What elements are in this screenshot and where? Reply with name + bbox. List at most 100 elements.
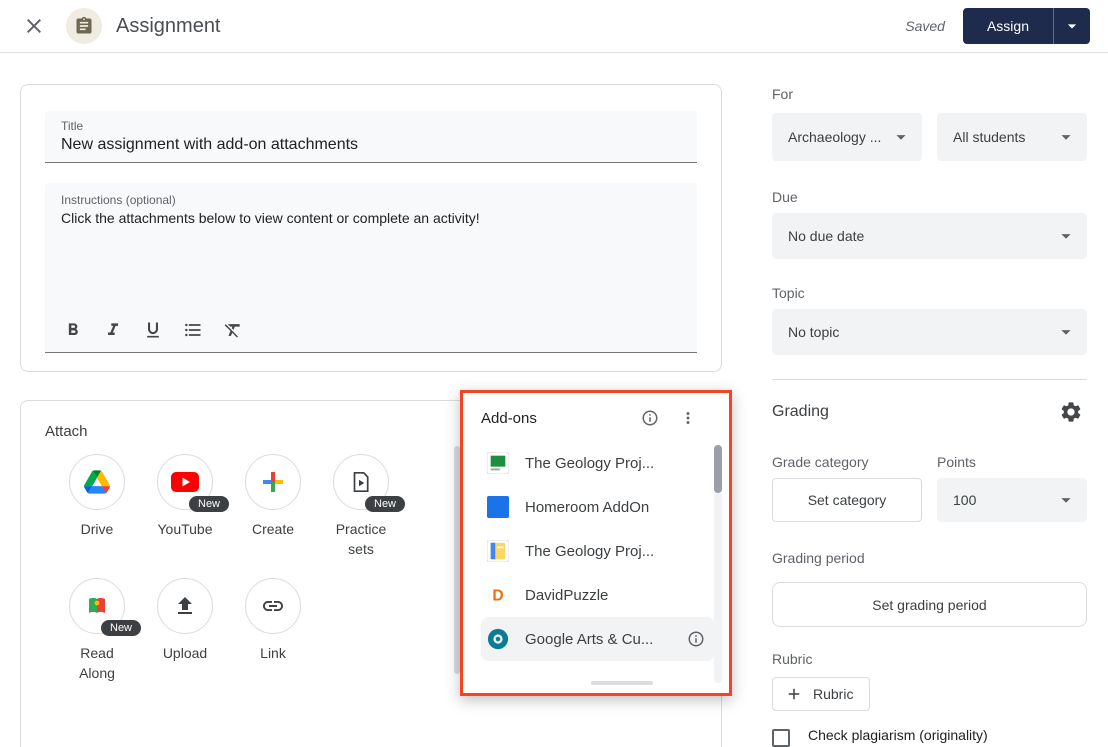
more-vert-icon xyxy=(679,409,697,427)
attach-item-youtube: New YouTube xyxy=(141,454,229,578)
create-plus-icon xyxy=(261,470,285,494)
attach-item-upload: Upload xyxy=(141,578,229,683)
students-select-value: All students xyxy=(953,129,1055,145)
addons-scrollbar-thumb[interactable] xyxy=(714,445,722,493)
attach-label-create: Create xyxy=(252,519,294,539)
clear-formatting-button[interactable] xyxy=(221,318,245,342)
geology-addon-icon xyxy=(487,452,509,474)
formatting-toolbar xyxy=(61,310,681,352)
gear-icon xyxy=(1059,400,1083,424)
attach-label-youtube: YouTube xyxy=(157,519,212,539)
addons-scrollbar-track[interactable] xyxy=(714,445,722,683)
assign-button[interactable]: Assign xyxy=(963,8,1053,44)
topic-label: Topic xyxy=(772,285,1087,301)
new-badge: New xyxy=(365,496,405,512)
settings-panel: For Archaeology ... All students Due No … xyxy=(772,78,1087,747)
upload-attach-button[interactable] xyxy=(157,578,213,634)
addon-item-homeroom[interactable]: Homeroom AddOn xyxy=(481,485,715,529)
due-date-select[interactable]: No due date xyxy=(772,213,1087,259)
chevron-down-icon xyxy=(1055,126,1077,148)
add-rubric-button[interactable]: Rubric xyxy=(772,677,870,711)
addon-name: The Geology Proj... xyxy=(525,543,654,560)
addons-header: Add-ons xyxy=(481,405,715,431)
create-attach-button[interactable] xyxy=(245,454,301,510)
bold-icon xyxy=(63,320,83,340)
attach-item-create: Create xyxy=(229,454,317,578)
underline-icon xyxy=(143,320,163,340)
grading-header: Grading xyxy=(772,396,1087,428)
attach-item-read-along: New Read Along xyxy=(53,578,141,683)
instructions-label: Instructions (optional) xyxy=(61,193,681,207)
read-along-icon xyxy=(85,594,109,618)
addon-name: Homeroom AddOn xyxy=(525,499,649,516)
close-icon xyxy=(22,14,46,38)
due-date-value: No due date xyxy=(788,228,1055,244)
instructions-input[interactable]: Click the attachments below to view cont… xyxy=(61,210,681,226)
drive-attach-button[interactable] xyxy=(69,454,125,510)
assign-dropdown-button[interactable] xyxy=(1053,8,1090,44)
chevron-down-icon xyxy=(1055,225,1077,247)
plagiarism-row: Check plagiarism (originality) Learn mor… xyxy=(772,727,1087,747)
svg-text:D: D xyxy=(492,588,503,605)
title-label: Title xyxy=(61,119,681,133)
addons-menu-button[interactable] xyxy=(675,405,701,431)
grading-controls: Set category 100 xyxy=(772,478,1087,522)
attach-label-read-along: Read Along xyxy=(61,643,133,683)
attach-item-drive: Drive xyxy=(53,454,141,578)
plagiarism-label: Check plagiarism (originality) xyxy=(808,727,988,743)
for-label: For xyxy=(772,86,1087,102)
grading-period-label: Grading period xyxy=(772,550,1087,566)
assignment-type-icon-circle xyxy=(66,8,102,44)
students-select[interactable]: All students xyxy=(937,113,1087,161)
new-badge: New xyxy=(101,620,141,636)
assignment-icon xyxy=(74,16,94,36)
addons-popup: Add-ons The Geology Proj... Homeroom Add… xyxy=(460,390,732,696)
italic-button[interactable] xyxy=(101,318,125,342)
close-button[interactable] xyxy=(18,10,50,42)
attach-item-link: Link xyxy=(229,578,317,683)
plagiarism-checkbox[interactable] xyxy=(772,729,790,747)
clear-formatting-icon xyxy=(223,320,243,340)
rubric-label: Rubric xyxy=(772,651,1087,667)
chevron-down-icon xyxy=(1062,16,1082,36)
instructions-field[interactable]: Instructions (optional) Click the attach… xyxy=(45,183,697,353)
class-select[interactable]: Archaeology ... xyxy=(772,113,922,161)
grade-category-select[interactable]: Set category xyxy=(772,478,922,522)
homeroom-addon-icon xyxy=(487,496,509,518)
set-grading-period-button[interactable]: Set grading period xyxy=(772,582,1087,627)
attach-label-link: Link xyxy=(260,643,286,663)
bulleted-list-icon xyxy=(183,320,203,340)
points-select[interactable]: 100 xyxy=(937,478,1087,522)
youtube-icon xyxy=(171,472,199,492)
addon-item-geology-2[interactable]: The Geology Proj... xyxy=(481,529,715,573)
addons-title: Add-ons xyxy=(481,410,537,427)
grading-heading: Grading xyxy=(772,403,829,421)
geology-book-addon-icon xyxy=(487,540,509,562)
assign-split-button: Assign xyxy=(963,8,1090,44)
title-field[interactable]: Title New assignment with add-on attachm… xyxy=(45,111,697,163)
grading-settings-button[interactable] xyxy=(1055,396,1087,428)
topic-select[interactable]: No topic xyxy=(772,309,1087,355)
plagiarism-text: Check plagiarism (originality) Learn mor… xyxy=(808,727,988,747)
addon-info-button[interactable] xyxy=(683,626,709,652)
bulleted-list-button[interactable] xyxy=(181,318,205,342)
addon-item-geology-1[interactable]: The Geology Proj... xyxy=(481,441,715,485)
chevron-down-icon xyxy=(1055,321,1077,343)
bold-button[interactable] xyxy=(61,318,85,342)
addon-name: The Geology Proj... xyxy=(525,455,654,472)
addon-item-arts-culture[interactable]: Google Arts & Cu... xyxy=(481,617,715,661)
title-input[interactable]: New assignment with add-on attachments xyxy=(61,136,681,154)
next-item-partial xyxy=(591,681,653,685)
grade-category-label: Grade category xyxy=(772,454,937,470)
arts-culture-addon-icon xyxy=(487,628,509,650)
details-card: Title New assignment with add-on attachm… xyxy=(20,84,722,372)
info-icon xyxy=(641,409,659,427)
underline-button[interactable] xyxy=(141,318,165,342)
link-attach-button[interactable] xyxy=(245,578,301,634)
addons-info-button[interactable] xyxy=(637,405,663,431)
addon-item-davidpuzzle[interactable]: D DavidPuzzle xyxy=(481,573,715,617)
plus-icon xyxy=(785,685,803,703)
topbar: Assignment Saved Assign xyxy=(0,0,1108,53)
link-icon xyxy=(261,594,285,618)
davidpuzzle-addon-icon: D xyxy=(487,584,509,606)
